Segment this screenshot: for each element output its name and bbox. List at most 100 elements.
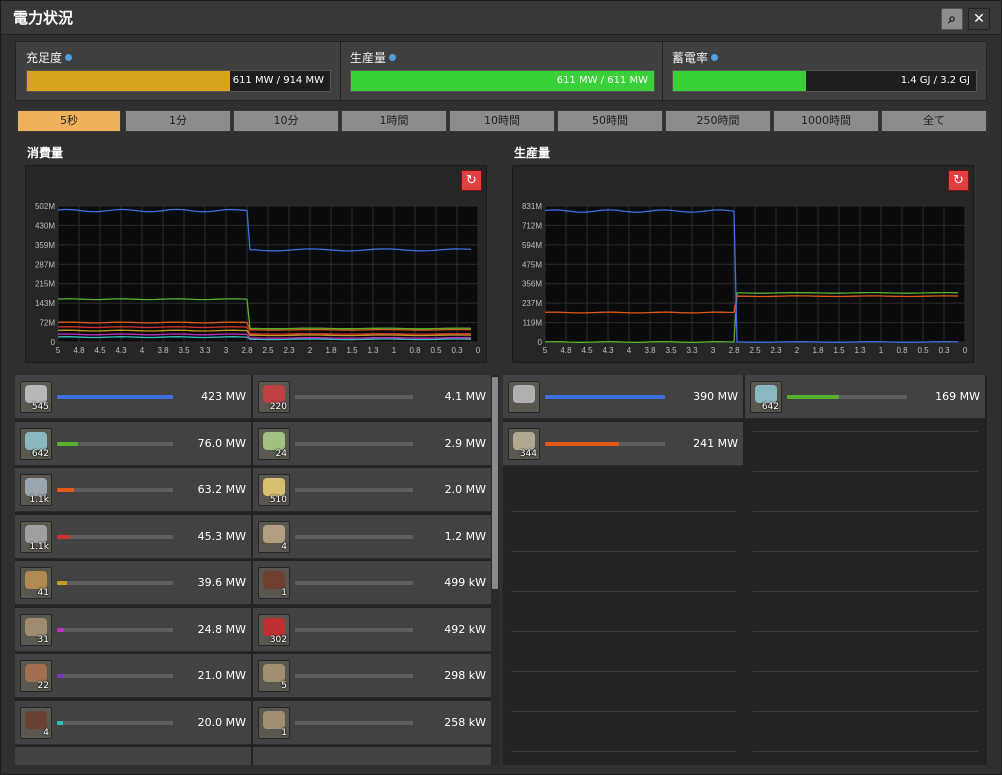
power-window: 電力状況 ⌕ ✕ 充足度 611 MW / 914 MW 生産量 611 MW … xyxy=(0,0,1002,775)
list-item[interactable]: 510 2.0 MW xyxy=(253,468,491,512)
usage-bar xyxy=(57,674,173,678)
time-tab-8[interactable]: 全て xyxy=(881,110,987,132)
info-icon[interactable] xyxy=(389,54,397,61)
entity-count: 1 xyxy=(281,727,287,738)
usage-bar xyxy=(295,627,413,632)
time-tab-0[interactable]: 5秒 xyxy=(17,110,121,132)
consumption-x-tick: 2.3 xyxy=(283,346,295,355)
production-x-tick: 4 xyxy=(627,346,632,355)
consumption-y-tick: 0 xyxy=(51,338,56,347)
consumption-scrollbar[interactable] xyxy=(491,375,499,765)
entity-count: 4 xyxy=(281,541,287,552)
production-x-tick: 4.5 xyxy=(581,346,593,355)
list-item[interactable]: 4 20.0 MW xyxy=(15,700,251,745)
list-item[interactable]: 302 492 kW xyxy=(253,607,491,652)
list-item[interactable]: 1 499 kW xyxy=(253,561,491,605)
close-icon[interactable]: ✕ xyxy=(968,8,990,30)
usage-bar-fill xyxy=(57,674,63,678)
production-graph-frame: ↻ 5 4.8 4.5 4.3 4 3.8 3.5 3.3 3 2.8 2.5 2.3 2 1.8 1.5 1… xyxy=(512,165,974,363)
time-tab-4[interactable]: 10時間 xyxy=(449,110,555,132)
power-value: 169 MW xyxy=(935,390,980,403)
list-item[interactable]: 4 1.2 MW xyxy=(253,514,491,559)
empty-slot-divider xyxy=(511,671,736,672)
entity-glyph xyxy=(755,385,777,403)
empty-slot-divider xyxy=(753,551,978,552)
usage-bar xyxy=(295,488,413,492)
time-tab-5[interactable]: 50時間 xyxy=(557,110,663,132)
list-item[interactable]: 344 241 MW xyxy=(503,421,743,466)
search-icon[interactable]: ⌕ xyxy=(941,8,963,30)
power-value: 298 kW xyxy=(444,669,486,682)
title-bar[interactable]: 電力状況 ⌕ ✕ xyxy=(1,1,1001,35)
consumption-x-tick: 5 xyxy=(56,346,61,355)
consumption-x-tick: 3.5 xyxy=(178,346,190,355)
reset-icon[interactable]: ↻ xyxy=(948,170,969,191)
usage-bar xyxy=(295,720,413,725)
empty-slot-divider xyxy=(753,511,978,512)
production-x-tick: 4.3 xyxy=(602,346,614,355)
list-item[interactable]: 22 21.0 MW xyxy=(15,654,251,698)
list-item[interactable] xyxy=(253,747,491,765)
consumption-y-tick: 72M xyxy=(39,319,55,328)
window-title: 電力状況 xyxy=(13,9,74,27)
power-value: 2.0 MW xyxy=(444,483,486,496)
entity-count: 220 xyxy=(269,402,287,412)
list-item[interactable]: 390 MW xyxy=(503,375,743,419)
usage-bar-fill xyxy=(57,534,70,539)
consumption-x-tick: 1.8 xyxy=(325,346,337,355)
empty-slot-divider xyxy=(753,591,978,592)
usage-bar xyxy=(295,395,413,399)
list-item[interactable]: 642 76.0 MW xyxy=(15,421,251,466)
entity-icon: 642 xyxy=(750,381,782,413)
production-x-tick: 1.8 xyxy=(812,346,824,355)
empty-slot-divider xyxy=(511,511,736,512)
production-x-tick: 3.5 xyxy=(665,346,677,355)
power-value: 499 kW xyxy=(444,576,486,589)
info-icon[interactable] xyxy=(711,54,719,61)
reset-icon[interactable]: ↻ xyxy=(461,170,482,191)
entity-icon: 1 xyxy=(258,567,290,599)
consumption-x-tick: 2.8 xyxy=(241,346,253,355)
consumption-x-tick: 1 xyxy=(392,346,397,355)
list-item[interactable]: 5 298 kW xyxy=(253,654,491,698)
list-item[interactable]: 1.1k 63.2 MW xyxy=(15,468,251,512)
list-item[interactable] xyxy=(15,747,251,765)
time-tab-6[interactable]: 250時間 xyxy=(665,110,771,132)
list-item[interactable]: 220 4.1 MW xyxy=(253,375,491,419)
list-item[interactable]: 1 258 kW xyxy=(253,700,491,745)
entity-icon: 24 xyxy=(258,427,290,460)
production-list: 390 MW 642 169 MW 344 241 MW xyxy=(503,375,987,765)
time-tab-3[interactable]: 1時間 xyxy=(341,110,447,132)
list-item[interactable]: 31 24.8 MW xyxy=(15,607,251,652)
consumption-y-tick: 143M xyxy=(35,299,55,308)
list-item[interactable]: 41 39.6 MW xyxy=(15,561,251,605)
entity-glyph xyxy=(25,478,47,496)
production-y-tick: 237M xyxy=(522,299,542,308)
list-item[interactable]: 1.1k 45.3 MW xyxy=(15,514,251,559)
empty-slot-divider xyxy=(753,711,978,712)
production-x-tick: 3 xyxy=(711,346,716,355)
list-item[interactable]: 24 2.9 MW xyxy=(253,421,491,466)
storage-fill xyxy=(673,71,807,91)
entity-glyph xyxy=(263,478,285,496)
consumption-x-tick: 4.5 xyxy=(94,346,106,355)
list-item[interactable]: 545 423 MW xyxy=(15,375,251,419)
scrollbar-thumb[interactable] xyxy=(492,377,498,589)
production-title: 生産量 xyxy=(514,146,551,160)
time-tab-2[interactable]: 10分 xyxy=(233,110,339,132)
consumption-panel: 消費量 ↻ 5 4.8 4.5 4.3 4 3.8 3.5 3.3 3 2.8 2.5 2.3 2 1.8… xyxy=(15,137,501,370)
time-tab-7[interactable]: 1000時間 xyxy=(773,110,879,132)
storage-label: 蓄電率 xyxy=(672,51,709,65)
entity-count: 344 xyxy=(519,448,537,459)
entity-icon: 642 xyxy=(20,427,52,460)
usage-bar xyxy=(545,395,665,399)
production-y-tick: 475M xyxy=(522,260,542,269)
list-item[interactable]: 642 169 MW xyxy=(745,375,985,419)
production-x-tick: 1 xyxy=(879,346,884,355)
production-section: 生産量 611 MW / 611 MW xyxy=(340,42,662,100)
usage-bar xyxy=(57,441,173,446)
production-y-tick: 0 xyxy=(538,338,543,347)
info-icon[interactable] xyxy=(65,54,73,61)
consumption-x-tick: 0.8 xyxy=(409,346,421,355)
time-tab-1[interactable]: 1分 xyxy=(125,110,231,132)
